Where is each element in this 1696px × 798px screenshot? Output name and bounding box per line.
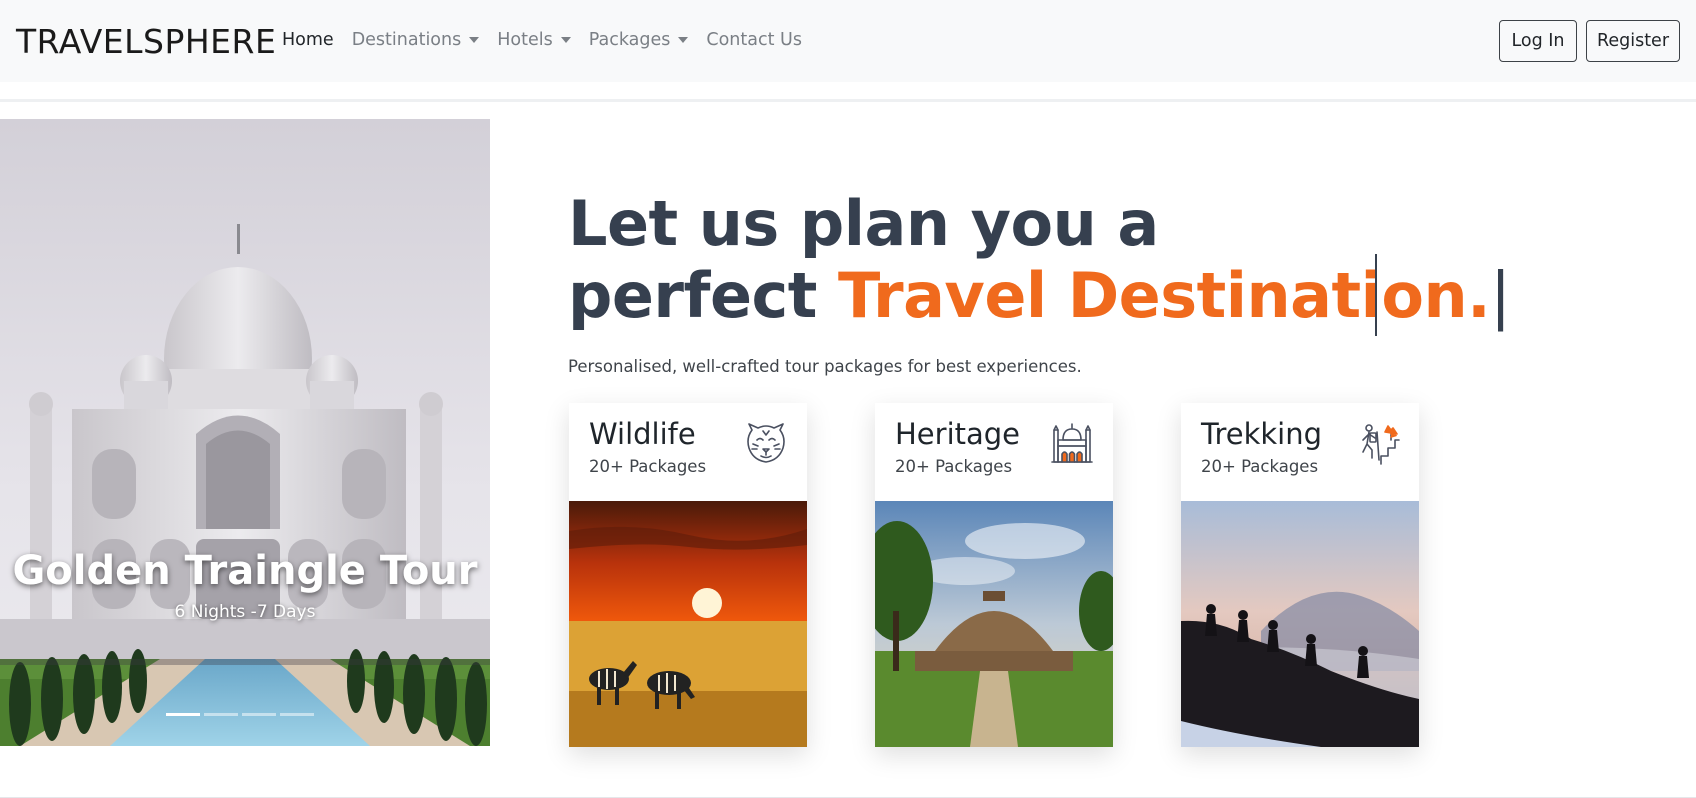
nav-packages-dropdown[interactable]: Packages	[589, 30, 689, 50]
hero-title-line1: Let us plan you a	[568, 187, 1159, 260]
carousel-title: Golden Traingle Tour	[12, 548, 478, 594]
hero-subtitle: Personalised, well-crafted tour packages…	[568, 357, 1082, 376]
card-title: Wildlife	[589, 417, 696, 451]
wildlife-image	[569, 501, 807, 747]
navbar: TRAVELSPHERE Home Destinations Hotels Pa…	[0, 0, 1696, 82]
register-button[interactable]: Register	[1586, 20, 1680, 62]
card-header: Wildlife 20+ Packages	[569, 403, 807, 501]
carousel-indicators	[166, 713, 318, 716]
chevron-down-icon	[560, 37, 571, 43]
nav-hotels-label: Hotels	[497, 30, 553, 50]
category-card-trekking[interactable]: Trekking 20+ Packages	[1181, 403, 1419, 747]
card-count: 20+ Packages	[1201, 457, 1319, 476]
heritage-image	[875, 501, 1113, 747]
trekking-image	[1181, 501, 1419, 747]
nav-home[interactable]: Home	[282, 30, 334, 50]
card-header: Trekking 20+ Packages	[1181, 403, 1419, 501]
hero-title-plain: perfect	[568, 259, 839, 332]
carousel-subtitle: 6 Nights -7 Days	[174, 602, 316, 622]
main-nav: Home Destinations Hotels Packages Contac…	[282, 30, 820, 50]
category-card-wildlife[interactable]: Wildlife 20+ Packages	[569, 403, 807, 747]
hero-carousel[interactable]: Golden Traingle Tour 6 Nights -7 Days	[0, 119, 490, 746]
nav-contact[interactable]: Contact Us	[706, 30, 802, 50]
nav-contact-label: Contact Us	[706, 30, 802, 50]
typing-caret	[1375, 254, 1377, 336]
chevron-down-icon	[678, 37, 689, 43]
nav-home-label: Home	[282, 30, 334, 50]
login-button[interactable]: Log In	[1499, 20, 1577, 62]
divider	[0, 99, 1696, 102]
card-header: Heritage 20+ Packages	[875, 403, 1113, 501]
carousel-caption: Golden Traingle Tour 6 Nights -7 Days	[0, 544, 490, 622]
tiger-icon	[747, 423, 785, 463]
category-card-heritage[interactable]: Heritage 20+ Packages	[875, 403, 1113, 747]
monument-icon	[1051, 423, 1093, 463]
carousel-indicator-1[interactable]	[166, 713, 200, 716]
card-title: Trekking	[1201, 417, 1323, 451]
hero-title-cursor: |	[1490, 259, 1511, 332]
card-count: 20+ Packages	[895, 457, 1013, 476]
hero-title: Let us plan you a perfect Travel Destina…	[568, 188, 1511, 332]
chevron-down-icon	[469, 37, 480, 43]
card-count: 20+ Packages	[589, 457, 707, 476]
hero-title-accent: Travel Destination.	[838, 259, 1491, 332]
carousel-indicator-3[interactable]	[242, 713, 276, 716]
nav-hotels-dropdown[interactable]: Hotels	[497, 30, 571, 50]
nav-destinations-label: Destinations	[351, 30, 462, 50]
carousel-indicator-2[interactable]	[204, 713, 238, 716]
taj-mahal-image	[0, 119, 490, 746]
nav-packages-label: Packages	[588, 30, 671, 50]
card-title: Heritage	[895, 417, 1021, 451]
hiker-icon	[1362, 424, 1400, 465]
carousel-indicator-4[interactable]	[280, 713, 314, 716]
nav-destinations-dropdown[interactable]: Destinations	[352, 30, 480, 50]
brand-logo[interactable]: TRAVELSPHERE	[16, 22, 276, 61]
